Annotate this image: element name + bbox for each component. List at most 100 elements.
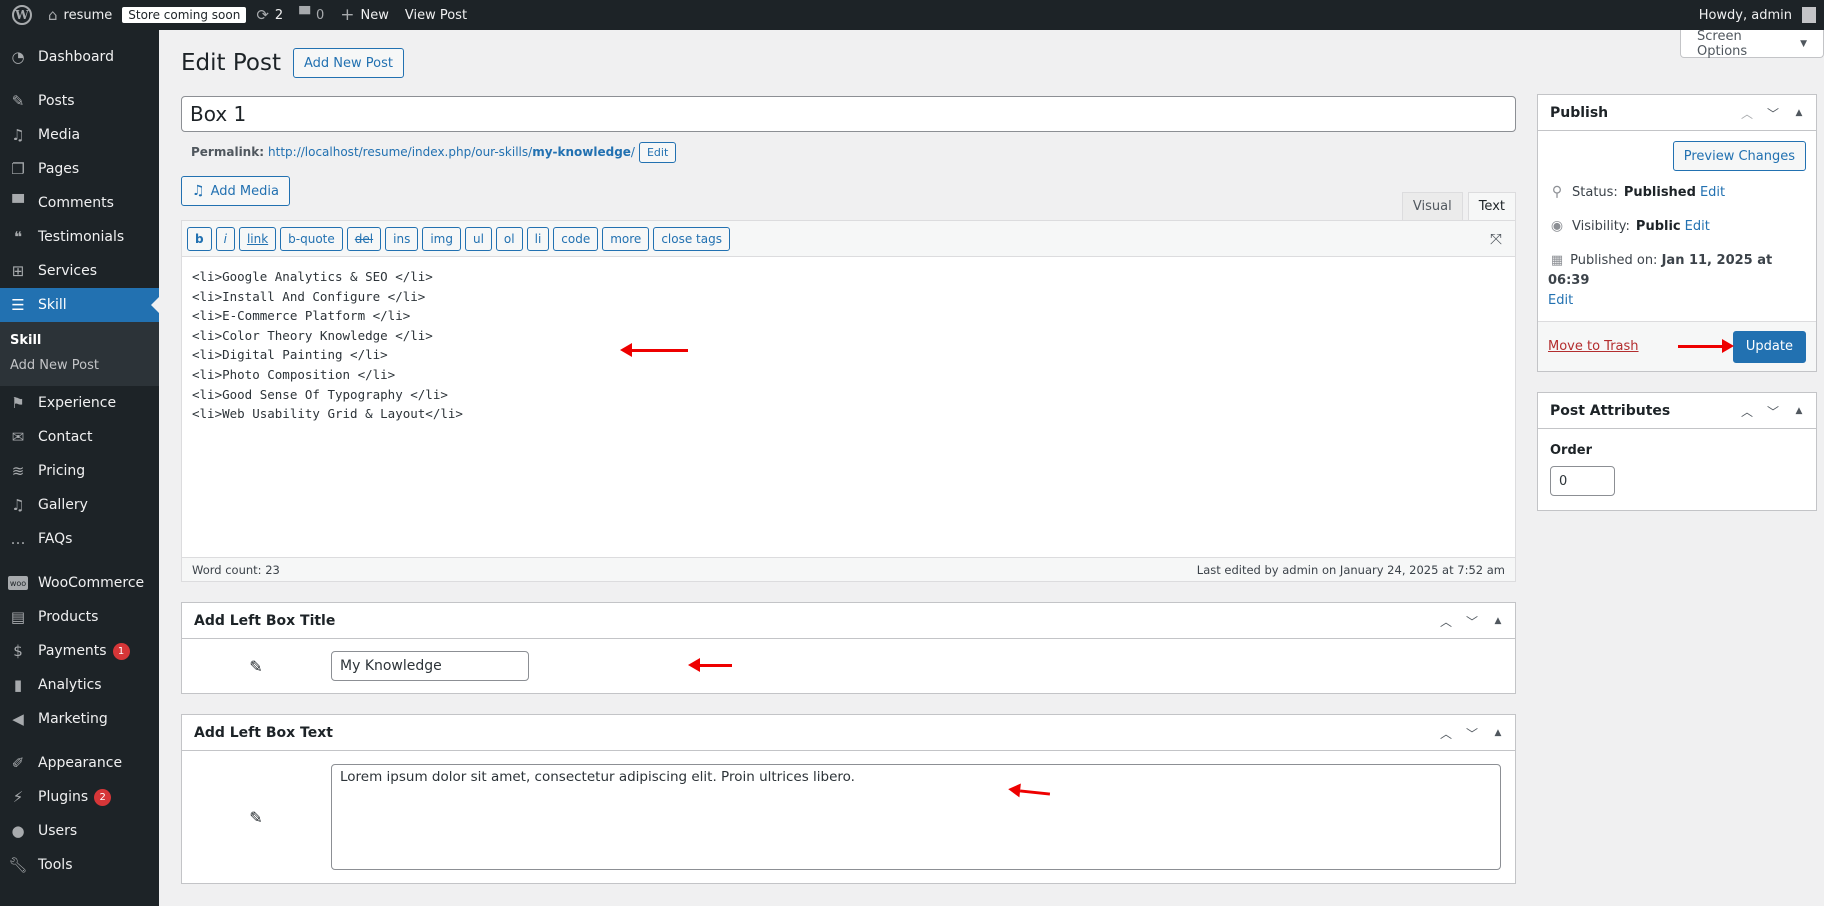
- published-on-row: ▦ Published on: Jan 11, 2025 at 06:39 Ed…: [1548, 243, 1806, 311]
- edit-date-link[interactable]: Edit: [1548, 293, 1573, 308]
- order-input[interactable]: 0: [1550, 466, 1615, 496]
- toggle-panel-icon[interactable]: ▲: [1790, 406, 1808, 416]
- updates-count: 2: [274, 7, 284, 23]
- qt-ins-button[interactable]: ins: [385, 226, 419, 251]
- sidebar-item-services[interactable]: ⊞ Services: [0, 254, 159, 288]
- content-line: <li>Photo Composition </li>: [192, 366, 396, 382]
- sidebar-item-experience[interactable]: ⚑ Experience: [0, 386, 159, 420]
- move-down-icon[interactable]: ﹀: [1764, 105, 1782, 122]
- status-row: ⚲ Status: Published Edit: [1548, 175, 1806, 209]
- screen-options-button[interactable]: Screen Options ▼: [1680, 29, 1824, 59]
- qt-ol-button[interactable]: ol: [495, 226, 523, 251]
- sidebar-item-plugins[interactable]: ⚡ Plugins 2: [0, 780, 159, 814]
- wp-logo-menu[interactable]: W: [0, 0, 40, 30]
- update-button[interactable]: Update: [1732, 330, 1806, 363]
- toggle-panel-icon[interactable]: ▲: [1489, 616, 1507, 626]
- skill-submenu: Skill Add New Post: [0, 322, 159, 386]
- qt-ul-button[interactable]: ul: [464, 226, 492, 251]
- move-to-trash-link[interactable]: Move to Trash: [1548, 339, 1639, 354]
- qt-bold-button[interactable]: b: [187, 226, 212, 251]
- sidebar-item-woocommerce[interactable]: woo WooCommerce: [0, 566, 159, 600]
- sidebar-item-comments[interactable]: ▀ Comments: [0, 186, 159, 220]
- last-edited: Last edited by admin on January 24, 2025…: [1196, 562, 1505, 577]
- megaphone-icon: ◀: [12, 710, 24, 728]
- left-box-title-metabox: Add Left Box Title ︿ ﹀ ▲ ✎ My Knowledge: [181, 602, 1516, 694]
- sidebar-item-pages[interactable]: ❐ Pages: [0, 152, 159, 186]
- sidebar-item-posts[interactable]: ✎ Posts: [0, 84, 159, 118]
- comment-icon: ▀: [299, 7, 310, 23]
- move-down-icon[interactable]: ﹀: [1463, 725, 1481, 742]
- sidebar-item-faqs[interactable]: … FAQs: [0, 522, 159, 556]
- qt-blockquote-button[interactable]: b-quote: [280, 226, 343, 251]
- view-post-link[interactable]: View Post: [397, 0, 475, 30]
- edit-status-link[interactable]: Edit: [1700, 185, 1725, 200]
- sidebar-item-analytics[interactable]: ▮ Analytics: [0, 668, 159, 702]
- eye-icon: ◉: [1550, 218, 1564, 234]
- submenu-item-add-new-post[interactable]: Add New Post: [0, 353, 159, 378]
- sidebar-item-pricing[interactable]: ≋ Pricing: [0, 454, 159, 488]
- sidebar-item-label: Plugins: [38, 789, 89, 805]
- sidebar-item-users[interactable]: ● Users: [0, 814, 159, 848]
- qt-img-button[interactable]: img: [422, 226, 461, 251]
- sidebar-item-marketing[interactable]: ◀ Marketing: [0, 702, 159, 736]
- comments-link[interactable]: ▀ 0: [291, 0, 332, 30]
- sidebar-item-products[interactable]: ▤ Products: [0, 600, 159, 634]
- move-up-icon[interactable]: ︿: [1437, 725, 1455, 742]
- qt-more-button[interactable]: more: [602, 226, 650, 251]
- sidebar-item-appearance[interactable]: ✐ Appearance: [0, 746, 159, 780]
- sidebar-item-media[interactable]: ♫ Media: [0, 118, 159, 152]
- sidebar-item-label: FAQs: [38, 531, 73, 547]
- move-down-icon[interactable]: ﹀: [1463, 613, 1481, 630]
- move-down-icon[interactable]: ﹀: [1764, 403, 1782, 420]
- pin-icon: ✎: [11, 92, 25, 110]
- sidebar-item-dashboard[interactable]: ◔ Dashboard: [0, 40, 159, 74]
- add-media-button[interactable]: ♫ Add Media: [181, 176, 290, 206]
- site-name-link[interactable]: ⌂ resume: [40, 0, 120, 30]
- comments-count: 0: [315, 7, 325, 23]
- refresh-icon: ⟳: [256, 6, 269, 24]
- move-up-icon[interactable]: ︿: [1738, 105, 1756, 122]
- qt-italic-button[interactable]: i: [215, 226, 235, 251]
- store-badge-link[interactable]: Store coming soon: [120, 0, 248, 30]
- envelope-icon: ✉: [11, 428, 25, 446]
- edit-visibility-link[interactable]: Edit: [1685, 219, 1710, 234]
- sidebar-item-payments[interactable]: $ Payments 1: [0, 634, 159, 668]
- post-title-input[interactable]: Box 1: [181, 96, 1516, 132]
- tab-visual[interactable]: Visual: [1401, 192, 1463, 220]
- left-box-title-input[interactable]: My Knowledge: [331, 651, 529, 681]
- left-box-title-value: My Knowledge: [340, 658, 442, 674]
- edit-permalink-button[interactable]: Edit: [638, 141, 677, 163]
- toggle-panel-icon[interactable]: ▲: [1790, 108, 1808, 118]
- permalink-link[interactable]: http://localhost/resume/index.php/our-sk…: [268, 145, 635, 159]
- sidebar-item-label: Pages: [38, 161, 80, 177]
- qt-code-button[interactable]: code: [553, 226, 599, 251]
- sidebar-item-label: Media: [38, 127, 81, 143]
- sidebar-item-contact[interactable]: ✉ Contact: [0, 420, 159, 454]
- toggle-panel-icon[interactable]: ▲: [1489, 728, 1507, 738]
- move-up-icon[interactable]: ︿: [1738, 403, 1756, 420]
- content-textarea[interactable]: <li>Google Analytics & SEO </li> <li>Ins…: [182, 257, 1515, 557]
- sidebar-item-skill[interactable]: ☰ Skill: [0, 288, 159, 322]
- move-up-icon[interactable]: ︿: [1437, 613, 1455, 630]
- add-new-post-button[interactable]: Add New Post: [292, 48, 404, 78]
- fullscreen-icon[interactable]: ⤧: [1487, 230, 1505, 248]
- list-icon: ☰: [11, 296, 25, 314]
- stack-icon: ≋: [11, 462, 25, 480]
- left-box-text-textarea[interactable]: Lorem ipsum dolor sit amet, consectetur …: [331, 764, 1501, 870]
- preview-changes-button[interactable]: Preview Changes: [1672, 141, 1806, 171]
- submenu-item-skill[interactable]: Skill: [0, 328, 159, 353]
- qt-close-tags-button[interactable]: close tags: [653, 226, 730, 251]
- new-content-link[interactable]: + New: [332, 0, 397, 30]
- qt-link-button[interactable]: link: [238, 226, 277, 251]
- account-menu[interactable]: Howdy, admin: [1691, 0, 1824, 30]
- site-name: resume: [63, 7, 113, 23]
- tab-text[interactable]: Text: [1467, 192, 1516, 220]
- sidebar-item-gallery[interactable]: ♫ Gallery: [0, 488, 159, 522]
- grid-icon: ⊞: [11, 262, 25, 280]
- sidebar-item-tools[interactable]: 🔧︎ Tools: [0, 848, 159, 882]
- qt-li-button[interactable]: li: [526, 226, 550, 251]
- updates-link[interactable]: ⟳ 2: [248, 0, 291, 30]
- sidebar-item-testimonials[interactable]: ❝ Testimonials: [0, 220, 159, 254]
- qt-del-button[interactable]: del: [346, 226, 382, 251]
- left-box-text-metabox: Add Left Box Text ︿ ﹀ ▲ ✎ Lorem ipsum do…: [181, 714, 1516, 884]
